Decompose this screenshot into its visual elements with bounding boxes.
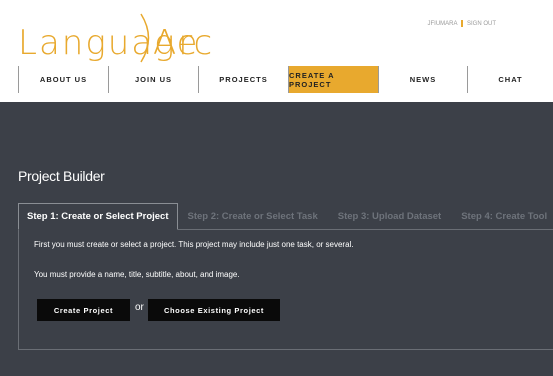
tab-step-4[interactable]: Step 4: Create Tool — [451, 203, 553, 230]
logo-arc-text: Arc — [153, 23, 215, 63]
user-links: JFIUMARA SIGN OUT — [427, 20, 496, 27]
user-links-divider — [461, 20, 463, 27]
tab-step-2[interactable]: Step 2: Create or Select Task — [178, 203, 328, 230]
page-title: Project Builder — [18, 168, 105, 184]
tab-step-1[interactable]: Step 1: Create or Select Project — [18, 203, 178, 230]
create-project-button[interactable]: Create Project — [37, 299, 130, 321]
nav-about-us[interactable]: ABOUT US — [18, 66, 108, 93]
choose-existing-project-button[interactable]: Choose Existing Project — [148, 299, 280, 321]
language-arc-logo[interactable]: Language Arc — [18, 12, 218, 64]
site-header: Language Arc JFIUMARA SIGN OUT ABOUT US … — [0, 0, 553, 102]
tab-step-3[interactable]: Step 3: Upload Dataset — [328, 203, 451, 230]
step-instructions-2: You must provide a name, title, subtitle… — [34, 270, 240, 279]
nav-news[interactable]: NEWS — [378, 66, 467, 93]
nav-create-a-project[interactable]: CREATE A PROJECT — [288, 66, 378, 93]
step-instructions-1: First you must create or select a projec… — [34, 240, 354, 249]
or-label: or — [135, 302, 144, 313]
username-link[interactable]: JFIUMARA — [427, 21, 457, 27]
main-nav: ABOUT US JOIN US PROJECTS CREATE A PROJE… — [18, 66, 553, 93]
nav-join-us[interactable]: JOIN US — [108, 66, 198, 93]
step-tabs: Step 1: Create or Select Project Step 2:… — [18, 203, 553, 230]
nav-chat[interactable]: CHAT — [467, 66, 553, 93]
sign-out-link[interactable]: SIGN OUT — [467, 21, 496, 27]
nav-projects[interactable]: PROJECTS — [198, 66, 288, 93]
